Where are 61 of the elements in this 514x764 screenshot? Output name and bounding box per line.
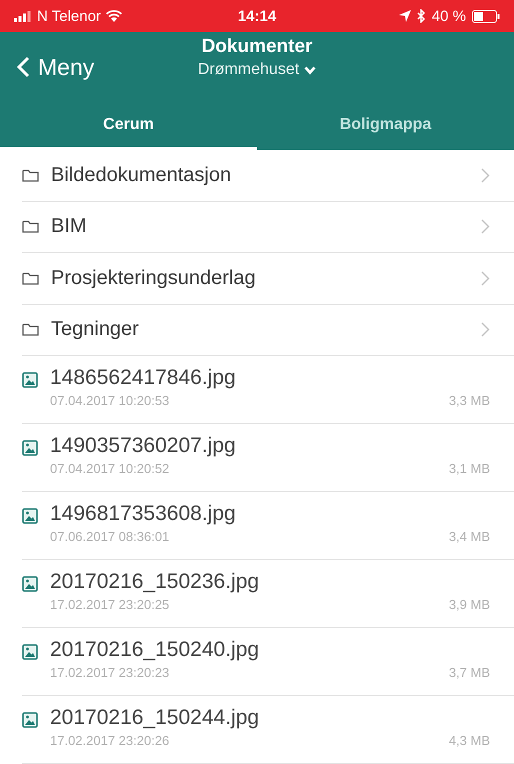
- file-name: 1496817353608.jpg: [50, 502, 237, 526]
- file-size: 4,3 MB: [448, 733, 490, 748]
- location-arrow-icon: [398, 10, 411, 22]
- file-name: 1490357360207.jpg: [50, 434, 237, 458]
- battery-percent: 40 %: [432, 8, 466, 24]
- image-file-icon: [22, 576, 38, 592]
- file-date: 07.04.2017 10:20:53: [50, 393, 170, 408]
- file-name: 20170216_150236.jpg: [50, 570, 260, 594]
- folder-icon: [22, 272, 39, 285]
- file-size: 3,7 MB: [448, 665, 490, 680]
- file-size: 3,4 MB: [448, 529, 490, 544]
- back-button[interactable]: Meny: [0, 48, 102, 86]
- chevron-right-icon: [481, 270, 490, 286]
- clock-time: 14:14: [236, 8, 278, 24]
- file-date: 17.02.2017 23:20:23: [50, 665, 170, 680]
- folder-icon: [22, 323, 39, 336]
- wifi-icon: [106, 10, 122, 22]
- folder-name: Bildedokumentasjon: [51, 164, 232, 187]
- chevron-right-icon: [481, 168, 490, 183]
- folder-name: BIM: [51, 215, 88, 238]
- file-row[interactable]: 20170216_150236.jpg 17.02.2017 23:20:25 3,9 MB: [22, 560, 514, 628]
- chevron-right-icon: [481, 322, 490, 338]
- file-size: 3,1 MB: [448, 461, 490, 476]
- screen-title: Dokumenter: [202, 36, 312, 58]
- image-file-icon: [22, 440, 38, 456]
- file-row[interactable]: 20170216_150240.jpg 17.02.2017 23:20:23 3,7 MB: [22, 628, 514, 696]
- file-row[interactable]: 1486562417846.jpg 07.04.2017 10:20:53 3,3 MB: [22, 356, 514, 424]
- image-file-icon: [22, 712, 38, 728]
- image-file-icon: [22, 644, 38, 660]
- file-date: 17.02.2017 23:20:25: [50, 597, 170, 612]
- folder-row[interactable]: Prosjekteringsunderlag: [22, 253, 514, 304]
- file-row[interactable]: 20170216_150244.jpg 17.02.2017 23:20:26 4,3 MB: [22, 696, 514, 764]
- file-name: 20170216_150240.jpg: [50, 638, 260, 662]
- folder-name: Prosjekteringsunderlag: [51, 266, 257, 290]
- tab[interactable]: Cerum: [0, 102, 257, 150]
- chevron-down-icon[interactable]: [304, 66, 316, 74]
- image-file-icon: [22, 508, 38, 524]
- folder-row[interactable]: BIM: [22, 202, 514, 253]
- folder-row[interactable]: Tegninger: [22, 304, 514, 356]
- project-selector[interactable]: Drømmehuset: [198, 61, 300, 79]
- file-name: 1486562417846.jpg: [50, 366, 237, 390]
- file-row[interactable]: 1490357360207.jpg 07.04.2017 10:20:52 3,1 MB: [22, 424, 514, 492]
- signal-icon: [14, 10, 32, 22]
- file-size: 3,9 MB: [448, 597, 490, 612]
- file-date: 07.06.2017 08:36:01: [50, 529, 170, 544]
- folder-icon: [22, 220, 39, 234]
- folder-row[interactable]: Bildedokumentasjon: [22, 150, 514, 202]
- battery-icon: [472, 10, 500, 22]
- chevron-right-icon: [481, 219, 490, 234]
- folder-name: Tegninger: [51, 318, 140, 342]
- tab[interactable]: Boligmappa: [257, 102, 514, 150]
- bluetooth-icon: [416, 9, 426, 23]
- file-date: 07.04.2017 10:20:52: [50, 461, 170, 476]
- file-name: 20170216_150244.jpg: [50, 706, 260, 730]
- file-row[interactable]: 1496817353608.jpg 07.06.2017 08:36:01 3,4 MB: [22, 492, 514, 560]
- chevron-left-icon[interactable]: [16, 56, 30, 78]
- file-date: 17.02.2017 23:20:26: [50, 733, 170, 748]
- file-size: 3,3 MB: [448, 393, 490, 408]
- folder-icon: [22, 168, 39, 182]
- image-file-icon: [22, 372, 38, 388]
- carrier-name: N Telenor: [37, 8, 101, 24]
